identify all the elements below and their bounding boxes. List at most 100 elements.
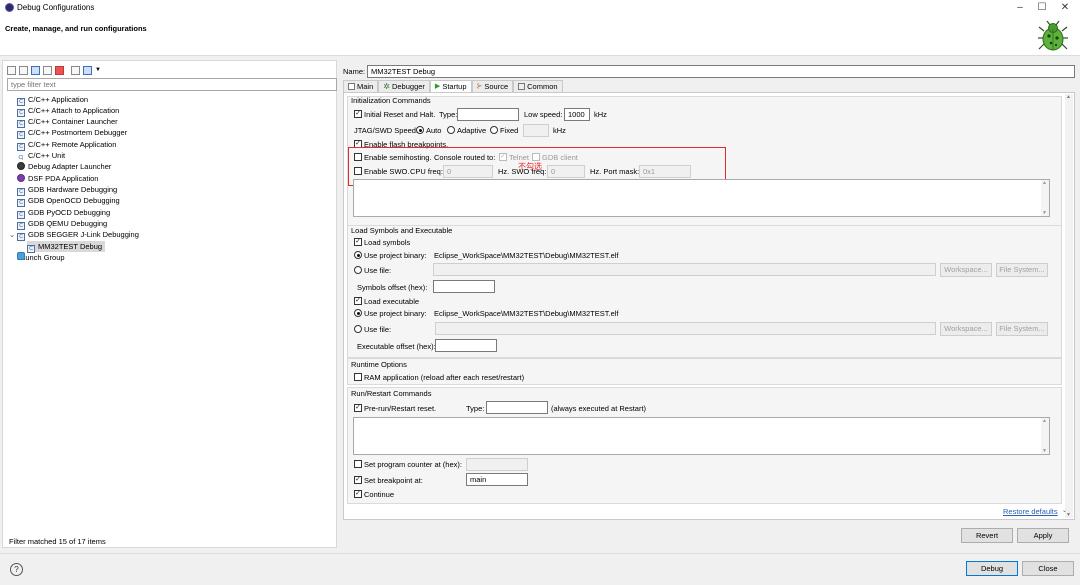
- tab-source[interactable]: ⊱ Source: [471, 80, 514, 92]
- tab-startup[interactable]: ▶ Startup: [429, 80, 472, 92]
- set-pc-input[interactable]: [466, 458, 528, 471]
- tab-common[interactable]: Common: [513, 80, 563, 92]
- left-toolbar: ▼: [7, 64, 101, 76]
- group-icon: [17, 252, 25, 260]
- prerun-type-label: Type:: [466, 404, 485, 413]
- tree-item-launch-group[interactable]: Launch Group: [17, 252, 65, 263]
- name-label: Name:: [343, 67, 366, 76]
- tree-item-cpp-attach[interactable]: C C/C++ Attach to Application: [17, 105, 119, 117]
- continue-checkbox[interactable]: ✓: [354, 490, 362, 498]
- tree-item-mm32test-debug[interactable]: C MM32TEST Debug: [27, 241, 106, 253]
- tree-item-cpp-container[interactable]: C C/C++ Container Launcher: [17, 116, 118, 128]
- symbols-file-input[interactable]: [433, 263, 936, 276]
- symbols-use-project-label: Use project binary:: [364, 251, 427, 260]
- exe-workspace-button[interactable]: Workspace...: [940, 322, 992, 336]
- reset-type-input[interactable]: [457, 108, 519, 121]
- exe-use-file-radio[interactable]: [354, 325, 362, 333]
- chevron-down-icon[interactable]: ⌄: [9, 229, 17, 240]
- init-commands-title: Initialization Commands: [351, 96, 431, 105]
- tree-item-gdb-openocd[interactable]: C GDB OpenOCD Debugging: [17, 195, 120, 207]
- tab-main[interactable]: Main: [343, 80, 379, 92]
- new-config-icon[interactable]: [7, 65, 16, 75]
- exe-use-project-radio[interactable]: [354, 309, 362, 317]
- tree-item-debug-adapter[interactable]: Debug Adapter Launcher: [17, 161, 111, 172]
- speed-adaptive-label: Adaptive: [457, 126, 487, 135]
- duplicate-icon[interactable]: [43, 65, 52, 75]
- tree-item-gdb-qemu[interactable]: C GDB QEMU Debugging: [17, 218, 107, 230]
- exe-file-input[interactable]: [435, 322, 936, 335]
- scroll-up-icon[interactable]: ▲: [1066, 94, 1071, 100]
- tab-bar: Main ✲ Debugger ▶ Startup ⊱ Source Common: [343, 80, 563, 92]
- name-input[interactable]: MM32TEST Debug: [367, 65, 1075, 78]
- tree-item-cpp-remote[interactable]: C C/C++ Remote Application: [17, 139, 116, 151]
- speed-adaptive-radio[interactable]: [447, 126, 455, 134]
- dialog-footer: ? Debug Close: [0, 553, 1080, 585]
- content-vertical-scrollbar[interactable]: ▲ ▼: [1065, 94, 1073, 518]
- prerun-reset-checkbox[interactable]: ✓: [354, 404, 362, 412]
- minimize-icon[interactable]: –: [1013, 2, 1027, 14]
- initial-reset-label: Initial Reset and Halt.: [364, 110, 436, 119]
- load-symbols-checkbox[interactable]: ✓: [354, 238, 362, 246]
- symbols-offset-label: Symbols offset (hex):: [357, 283, 428, 292]
- symbols-use-project-radio[interactable]: [354, 251, 362, 259]
- c-icon: C: [17, 131, 25, 139]
- symbols-binary-path: Eclipse_WorkSpace\MM32TEST\Debug\MM32TES…: [434, 251, 619, 260]
- export-icon[interactable]: [31, 65, 40, 75]
- play-icon: ▶: [434, 83, 441, 90]
- tree-item-dsf-pda[interactable]: DSF PDA Application: [17, 173, 98, 184]
- close-button[interactable]: Close: [1022, 561, 1074, 576]
- symbols-use-file-radio[interactable]: [354, 266, 362, 274]
- tree-item-gdb-segger-jlink[interactable]: ⌄ C GDB SEGGER J-Link Debugging: [9, 229, 139, 241]
- speed-auto-label: Auto: [426, 126, 442, 135]
- initial-reset-checkbox[interactable]: ✓: [354, 110, 362, 118]
- speed-fixed-label: Fixed: [500, 126, 519, 135]
- restore-defaults-link[interactable]: Restore defaults: [1003, 507, 1058, 516]
- delete-icon[interactable]: [55, 65, 64, 75]
- speed-auto-radio[interactable]: [416, 126, 424, 134]
- speed-fixed-radio[interactable]: [490, 126, 498, 134]
- tree-item-gdb-pyocd[interactable]: C GDB PyOCD Debugging: [17, 207, 110, 219]
- set-pc-checkbox[interactable]: [354, 460, 362, 468]
- collapse-all-icon[interactable]: [71, 65, 80, 75]
- common-tab-icon: [518, 83, 526, 90]
- init-textarea-scrollbar[interactable]: [1041, 180, 1049, 216]
- tree-item-cpp-application[interactable]: C C/C++ Application: [17, 94, 88, 106]
- load-executable-label: Load executable: [364, 297, 420, 306]
- exe-offset-input[interactable]: [435, 339, 497, 352]
- load-executable-checkbox[interactable]: ✓: [354, 297, 362, 305]
- load-symbols-label: Load symbols: [364, 238, 411, 247]
- symbols-filesystem-button[interactable]: File System...: [996, 263, 1048, 277]
- restart-commands-textarea[interactable]: [353, 417, 1050, 455]
- restart-textarea-scrollbar[interactable]: [1041, 418, 1049, 454]
- fixed-speed-input[interactable]: [523, 124, 549, 137]
- ram-application-checkbox[interactable]: [354, 373, 362, 381]
- help-icon[interactable]: ?: [10, 563, 23, 576]
- new-prototype-icon[interactable]: [19, 65, 28, 75]
- filter-icon[interactable]: [83, 65, 92, 75]
- source-tab-icon: ⊱: [476, 83, 483, 90]
- low-speed-unit: kHz: [594, 110, 607, 119]
- apply-button[interactable]: Apply: [1017, 528, 1069, 543]
- prerun-reset-label: Pre-run/Restart reset.: [364, 404, 437, 413]
- configuration-tree-pane: ▼ CC/C++ Application CC/C++ Attach to Ap…: [2, 60, 337, 548]
- filter-input[interactable]: [7, 78, 337, 91]
- set-breakpoint-checkbox[interactable]: ✓: [354, 476, 362, 484]
- prerun-type-input[interactable]: [486, 401, 548, 414]
- filter-status: Filter matched 15 of 17 items: [9, 537, 106, 546]
- maximize-icon[interactable]: ☐: [1035, 2, 1049, 14]
- debug-button[interactable]: Debug: [966, 561, 1018, 576]
- init-commands-textarea[interactable]: [353, 179, 1050, 217]
- low-speed-input[interactable]: 1000: [564, 108, 590, 121]
- close-window-icon[interactable]: ✕: [1058, 2, 1072, 14]
- scroll-chevron-down-icon[interactable]: ⌄: [1062, 507, 1067, 514]
- exe-filesystem-button[interactable]: File System...: [996, 322, 1048, 336]
- view-menu-chevron-icon[interactable]: ▼: [95, 67, 101, 73]
- set-breakpoint-input[interactable]: main: [466, 473, 528, 486]
- symbols-offset-input[interactable]: [433, 280, 495, 293]
- tab-debugger[interactable]: ✲ Debugger: [378, 80, 430, 92]
- tree-item-gdb-hardware[interactable]: C GDB Hardware Debugging: [17, 184, 117, 196]
- symbols-workspace-button[interactable]: Workspace...: [940, 263, 992, 277]
- tree-item-cpp-postmortem[interactable]: C C/C++ Postmortem Debugger: [17, 127, 127, 139]
- revert-button[interactable]: Revert: [961, 528, 1013, 543]
- tree-item-cpp-unit[interactable]: C| C/C++ Unit: [17, 150, 66, 161]
